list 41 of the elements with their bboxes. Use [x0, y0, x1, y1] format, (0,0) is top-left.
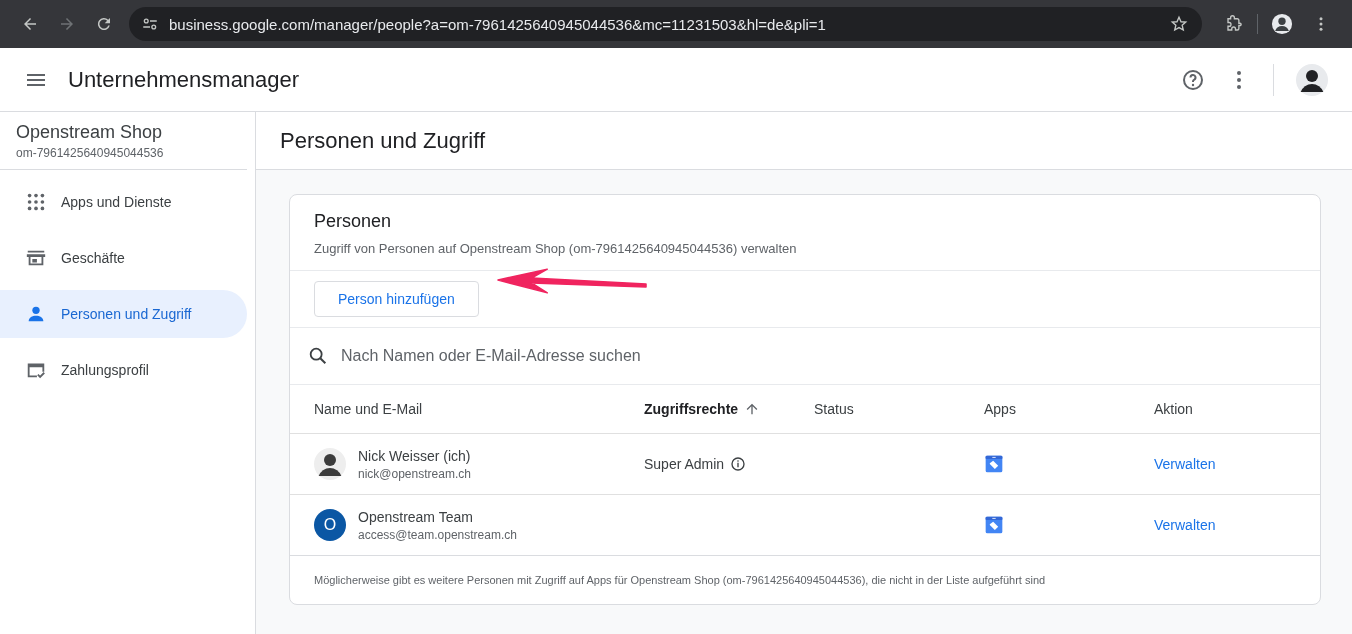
role-text: Super Admin — [644, 456, 725, 472]
site-settings-icon[interactable] — [141, 15, 159, 33]
column-header[interactable]: Zugriffsrechte — [644, 401, 761, 417]
sidebar-item[interactable]: Geschäfte — [0, 234, 247, 282]
person-email: nick@openstream.ch — [358, 466, 471, 481]
extensions-icon[interactable] — [1225, 15, 1243, 33]
address-bar[interactable]: business.google.com/manager/people?a=om-7961425640945044536&mc=11231503&hl=de&pli=1 — [129, 7, 1202, 41]
person-avatar-icon — [314, 448, 346, 480]
reload-icon[interactable] — [95, 15, 113, 33]
footer-note: Möglicherweise gibt es weitere Personen mit Zugriff auf Apps für Openstream Shop (om-7961425640945044536), die nicht in der Liste aufgeführt sind — [290, 555, 1320, 604]
sidebar-item[interactable]: Personen und Zugriff — [0, 290, 247, 338]
page-title: Personen und Zugriff — [280, 127, 486, 154]
person-name: Openstream Team — [358, 508, 474, 525]
column-header[interactable]: Aktion — [1154, 401, 1193, 417]
account-avatar-icon[interactable] — [1296, 63, 1328, 96]
column-header[interactable]: Status — [814, 401, 854, 417]
card-subtitle: Zugriff von Personen auf Openstream Shop (om-7961425640945044536) verwalten — [314, 241, 798, 256]
card-title: Personen — [314, 211, 393, 232]
column-header[interactable]: Apps — [984, 401, 1016, 417]
help-icon[interactable] — [1181, 67, 1205, 92]
person-email: access@team.openstream.ch — [358, 527, 517, 542]
account-name: Openstream Shop — [16, 122, 164, 143]
column-header[interactable]: Name und E-Mail — [314, 401, 423, 417]
add-person-button[interactable]: Person hinzufügen — [314, 281, 479, 317]
bookmark-star-icon[interactable] — [1170, 15, 1188, 33]
shopping-tag-app-icon — [984, 515, 1004, 535]
sidebar-item[interactable]: Zahlungsprofil — [0, 346, 247, 394]
url-text: business.google.com/manager/people?a=om-7961425640945044536&mc=11231503&hl=de&pli=1 — [169, 15, 826, 33]
manage-link[interactable]: Verwalten — [1154, 456, 1216, 472]
person-name: Nick Weisser (ich) — [358, 447, 471, 464]
account-id: om-7961425640945044536 — [16, 146, 165, 160]
manage-link[interactable]: Verwalten — [1154, 517, 1216, 533]
sidebar-item[interactable]: Apps und Dienste — [0, 178, 247, 226]
forward-icon[interactable] — [58, 15, 76, 33]
shopping-tag-app-icon — [984, 454, 1004, 474]
apps-grid-icon — [25, 191, 47, 213]
profile-avatar-icon[interactable] — [1271, 13, 1293, 35]
search-icon — [307, 345, 329, 367]
app-title: Unternehmensmanager — [68, 66, 300, 93]
letter-avatar: O — [314, 509, 346, 541]
info-icon[interactable] — [730, 456, 747, 472]
